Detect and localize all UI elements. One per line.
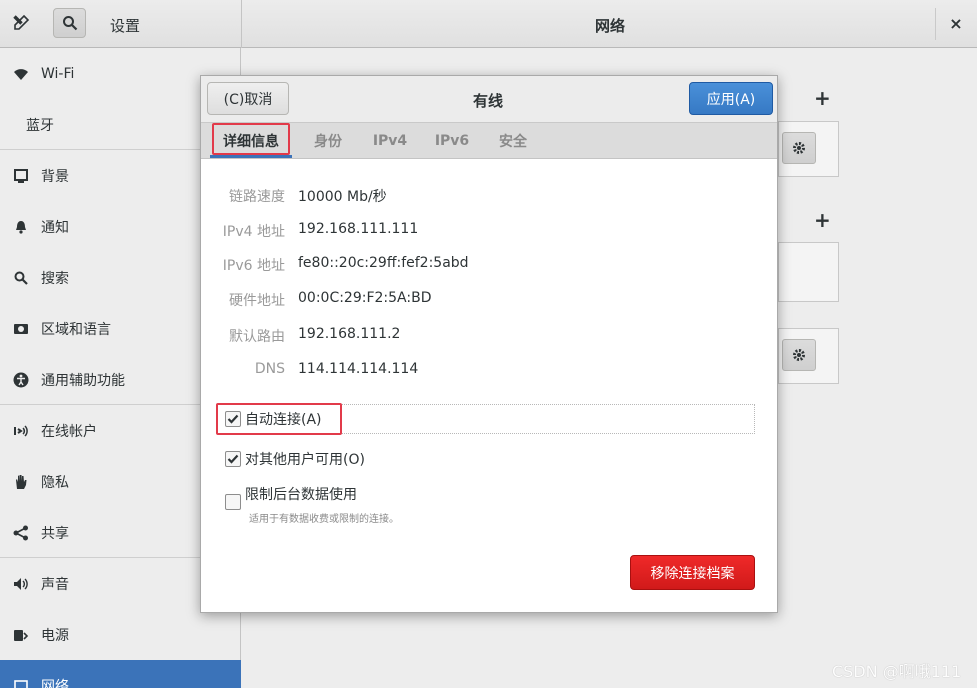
highlight-box: [216, 403, 342, 435]
detail-key: DNS: [254, 361, 285, 377]
detail-value: 192.168.111.2: [298, 326, 401, 342]
detail-key: 链路速度: [229, 189, 285, 205]
tab-security[interactable]: 安全: [487, 123, 539, 159]
sidebar-item-label: 声音: [41, 576, 69, 593]
header-bar: 设置 网络 ×: [0, 0, 977, 48]
all-users-checkbox[interactable]: 对其他用户可用(O): [225, 447, 365, 471]
close-separator: [935, 8, 936, 40]
hand-icon: [12, 473, 30, 491]
tab-bar: 详细信息 身份 IPv4 IPv6 安全: [201, 123, 777, 159]
checkbox-label: 对其他用户可用(O): [245, 452, 365, 468]
search-button[interactable]: [53, 8, 86, 38]
sidebar-item-label: 蓝牙: [26, 117, 54, 134]
detail-value: 00:0C:29:F2:5A:BD: [298, 290, 432, 306]
gear-icon: [793, 142, 805, 154]
detail-row-ipv4: IPv4 地址 192.168.111.111: [201, 221, 777, 245]
sidebar-item-power[interactable]: 电源: [0, 609, 241, 660]
tab-identity[interactable]: 身份: [301, 123, 355, 159]
detail-value: fe80::20c:29ff:fef2:5abd: [298, 255, 469, 271]
detail-row-ipv6: IPv6 地址 fe80::20c:29ff:fef2:5abd: [201, 255, 777, 279]
sidebar-item-label: 在线帐户: [41, 423, 97, 440]
tools-icon[interactable]: [8, 10, 34, 36]
proxy-settings-button[interactable]: [782, 339, 816, 371]
page-title: 网络: [595, 17, 626, 35]
checkbox-checked-icon: [225, 451, 241, 467]
network-icon: [12, 677, 30, 688]
detail-value: 192.168.111.111: [298, 221, 419, 237]
checkbox-unchecked-icon: [225, 494, 241, 510]
highlight-box: [212, 123, 290, 155]
close-button[interactable]: ×: [945, 13, 967, 35]
sidebar-item-label: 电源: [41, 627, 69, 644]
gear-icon: [793, 349, 805, 361]
sidebar-item-label: 搜索: [41, 270, 69, 287]
sidebar-item-network[interactable]: 网络: [0, 660, 241, 688]
online-accounts-icon: [12, 422, 30, 440]
detail-key: IPv4 地址: [222, 224, 285, 240]
wired-settings-button[interactable]: [782, 132, 816, 164]
remove-profile-button[interactable]: 移除连接档案: [630, 555, 755, 590]
add-connection-button[interactable]: +: [814, 208, 831, 232]
detail-row-link-speed: 链路速度 10000 Mb/秒: [201, 186, 777, 210]
cancel-button[interactable]: (C)取消: [207, 82, 289, 115]
apply-button[interactable]: 应用(A): [689, 82, 773, 115]
checkbox-label: 限制后台数据使用: [245, 487, 357, 503]
detail-value: 10000 Mb/秒: [298, 189, 387, 205]
tab-ipv6[interactable]: IPv6: [427, 123, 477, 159]
detail-key: IPv6 地址: [222, 258, 285, 274]
app-title: 设置: [110, 17, 141, 35]
search-icon: [62, 16, 77, 31]
sidebar-item-label: 隐私: [41, 474, 69, 491]
sidebar-item-label: 通知: [41, 219, 69, 236]
search-icon: [12, 269, 30, 287]
detail-row-dns: DNS 114.114.114.114: [201, 361, 777, 385]
dialog-header: (C)取消 有线 应用(A): [201, 76, 777, 123]
header-divider: [241, 0, 242, 48]
sidebar-item-label: 通用辅助功能: [41, 372, 125, 389]
accessibility-icon: [12, 371, 30, 389]
wired-connection-dialog: (C)取消 有线 应用(A) 详细信息 身份 IPv4 IPv6 安全 链路速度…: [200, 75, 778, 613]
dialog-title: 有线: [473, 92, 504, 110]
background-icon: [12, 167, 30, 185]
add-vpn-button[interactable]: +: [814, 86, 831, 110]
watermark: CSDN @啊哦111: [832, 662, 962, 681]
limit-data-checkbox[interactable]: 限制后台数据使用: [225, 484, 357, 510]
speaker-icon: [12, 575, 30, 593]
tab-ipv4[interactable]: IPv4: [365, 123, 415, 159]
sidebar-item-label: 共享: [41, 525, 69, 542]
power-icon: [12, 626, 30, 644]
sidebar-item-label: Wi-Fi: [41, 65, 75, 82]
detail-key: 默认路由: [229, 329, 285, 345]
detail-value: 114.114.114.114: [298, 361, 419, 377]
sidebar-item-label: 背景: [41, 168, 69, 185]
bell-icon: [12, 218, 30, 236]
detail-key: 硬件地址: [229, 293, 285, 309]
detail-row-gateway: 默认路由 192.168.111.2: [201, 326, 777, 350]
wifi-icon: [12, 65, 30, 83]
detail-row-hardware: 硬件地址 00:0C:29:F2:5A:BD: [201, 290, 777, 314]
vpn-panel-card: [778, 242, 839, 302]
active-tab-indicator: [210, 155, 292, 158]
limit-data-description: 适用于有数据收费或限制的连接。: [249, 514, 399, 525]
region-icon: [12, 320, 30, 338]
sidebar-item-label: 区域和语言: [41, 321, 111, 338]
share-icon: [12, 524, 30, 542]
sidebar-item-label: 网络: [41, 678, 69, 688]
